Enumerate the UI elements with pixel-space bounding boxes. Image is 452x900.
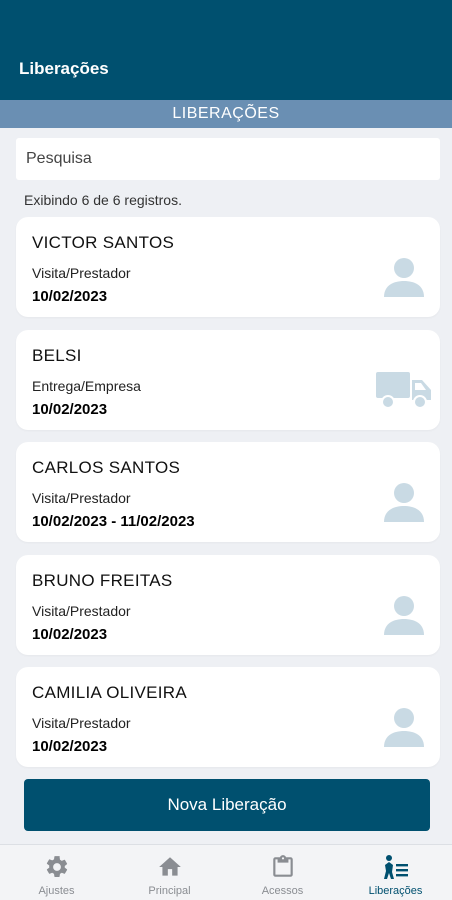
nav-item-ajustes[interactable]: Ajustes bbox=[0, 845, 113, 900]
search-input[interactable] bbox=[16, 138, 440, 180]
release-date: 10/02/2023 - 11/02/2023 bbox=[32, 513, 195, 530]
release-name: CAMILIA OLIVEIRA bbox=[32, 683, 188, 702]
person-list-icon bbox=[383, 855, 408, 879]
nav-label: Ajustes bbox=[38, 885, 75, 897]
bottom-navigation: Ajustes Principal Acessos Liberações bbox=[0, 844, 452, 900]
nav-item-principal[interactable]: Principal bbox=[113, 845, 226, 900]
records-count: Exibindo 6 de 6 registros. bbox=[24, 192, 182, 208]
release-type: Entrega/Empresa bbox=[32, 378, 141, 394]
release-name: BRUNO FREITAS bbox=[32, 571, 173, 590]
release-type: Visita/Prestador bbox=[32, 265, 131, 281]
release-date: 10/02/2023 bbox=[32, 401, 108, 418]
release-name: VICTOR SANTOS bbox=[32, 233, 175, 252]
home-icon bbox=[158, 857, 181, 876]
section-header: LIBERAÇÕES bbox=[0, 100, 452, 128]
person-icon bbox=[384, 258, 424, 297]
release-date: 10/02/2023 bbox=[32, 626, 108, 643]
release-date: 10/02/2023 bbox=[32, 738, 108, 755]
release-card[interactable]: VICTOR SANTOS Visita/Prestador 10/02/202… bbox=[16, 217, 440, 317]
nav-label: Principal bbox=[148, 885, 191, 897]
page-title: Liberações bbox=[19, 59, 109, 78]
release-card[interactable]: CAMILIA OLIVEIRA Visita/Prestador 10/02/… bbox=[16, 667, 440, 767]
release-name: CARLOS SANTOS bbox=[32, 458, 181, 477]
person-icon bbox=[384, 596, 424, 635]
nav-item-acessos[interactable]: Acessos bbox=[226, 845, 339, 900]
release-type: Visita/Prestador bbox=[32, 603, 131, 619]
app-bar: Liberações bbox=[0, 0, 452, 100]
release-card[interactable]: BRUNO FREITAS Visita/Prestador 10/02/202… bbox=[16, 555, 440, 655]
release-date: 10/02/2023 bbox=[32, 288, 108, 305]
release-card[interactable]: CARLOS SANTOS Visita/Prestador 10/02/202… bbox=[16, 442, 440, 542]
clipboard-icon bbox=[272, 855, 293, 877]
person-icon bbox=[384, 708, 424, 747]
new-release-button[interactable]: Nova Liberação bbox=[24, 779, 430, 831]
release-card[interactable]: BELSI Entrega/Empresa 10/02/2023 bbox=[16, 330, 440, 430]
person-icon bbox=[384, 483, 424, 522]
release-type: Visita/Prestador bbox=[32, 490, 131, 506]
gear-icon bbox=[46, 856, 67, 877]
release-name: BELSI bbox=[32, 346, 82, 365]
nav-label: Liberações bbox=[368, 885, 423, 897]
nav-label: Acessos bbox=[261, 885, 304, 897]
truck-icon bbox=[376, 372, 431, 409]
release-type: Visita/Prestador bbox=[32, 715, 131, 731]
nav-item-liberacoes[interactable]: Liberações bbox=[339, 845, 452, 900]
